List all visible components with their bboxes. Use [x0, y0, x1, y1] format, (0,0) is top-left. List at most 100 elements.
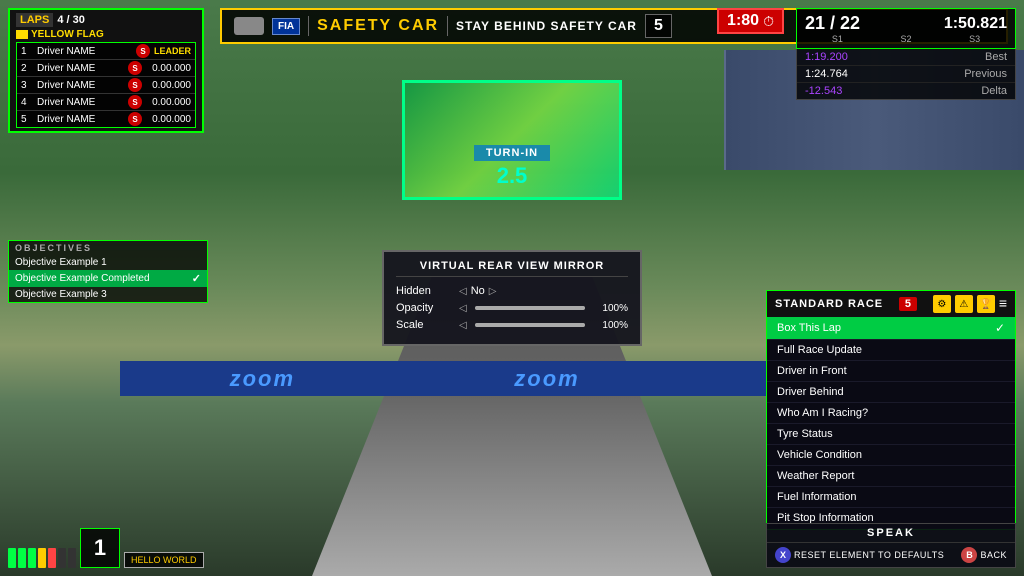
timer-value: 1:80 — [727, 12, 759, 30]
objectives-panel: OBJECTIVES Objective Example 1 Objective… — [8, 240, 208, 303]
sc-divider — [308, 16, 309, 36]
zoom-text-2: zoom — [514, 366, 579, 392]
scale-left-icon: ◁ — [459, 320, 467, 331]
speak-bar: SPEAK X RESET ELEMENT TO DEFAULTS B BACK — [766, 523, 1016, 568]
rpm-dot-5 — [48, 548, 56, 568]
back-control[interactable]: B BACK — [961, 547, 1007, 563]
sc-divider-2 — [447, 16, 448, 36]
scale-fill — [475, 323, 585, 327]
menu-item-driver-behind[interactable]: Driver Behind — [767, 382, 1015, 403]
objective-item-2: Objective Example Completed ✓ — [9, 270, 207, 287]
menu-item-weather[interactable]: Weather Report — [767, 466, 1015, 487]
back-label: BACK — [980, 550, 1007, 560]
timer-icon: ⏱ — [763, 13, 774, 30]
sector-s1: S1 — [805, 34, 870, 44]
gear-value: 1 — [94, 535, 106, 561]
objective-item-1: Objective Example 1 — [9, 255, 207, 270]
sc-lap-num: 5 — [645, 14, 672, 38]
lap-time-display: 1:50.821 — [944, 15, 1007, 33]
rpm-dot-3 — [28, 548, 36, 568]
b-button[interactable]: B — [961, 547, 977, 563]
bottom-left-hud: 1 HELLO WORLD — [8, 528, 204, 568]
opacity-left-icon: ◁ — [459, 303, 467, 314]
menu-item-box[interactable]: Box This Lap ✓ — [767, 317, 1015, 340]
yellow-flag: ⚑ YELLOW FLAG — [16, 29, 196, 40]
opacity-fill — [475, 306, 585, 310]
race-icons: ⚙ ⚠ 🏆 ≡ — [933, 295, 1007, 313]
laps-value: 4 / 30 — [57, 14, 85, 26]
objective-text-1: Objective Example 1 — [15, 257, 107, 268]
turn-in-label: TURN-IN — [474, 145, 550, 161]
fia-badge: FIA — [272, 18, 300, 35]
standings-box: 1 Driver NAME S LEADER 2 Driver NAME S 0… — [16, 42, 196, 128]
hidden-label: Hidden — [396, 285, 451, 297]
mirror-popup: VIRTUAL REAR VIEW MIRROR Hidden ◁ No ▷ O… — [382, 250, 642, 346]
laps-row: LAPS 4 / 30 — [16, 13, 196, 27]
standing-row-2: 2 Driver NAME S 0.00.000 — [17, 60, 195, 77]
rpm-dot-6 — [58, 548, 66, 568]
gear-box: 1 — [80, 528, 120, 568]
hidden-toggle[interactable]: ◁ No ▷ — [459, 285, 496, 297]
sc-title: SAFETY CAR — [317, 17, 439, 35]
race-title: STANDARD RACE — [775, 298, 883, 310]
hello-world-badge: HELLO WORLD — [124, 552, 204, 568]
objective-check-icon: ✓ — [192, 272, 201, 285]
rpm-dot-7 — [68, 548, 76, 568]
zoom-text-1: zoom — [230, 366, 295, 392]
objectives-header: OBJECTIVES — [9, 241, 207, 255]
sc-instruction: STAY BEHIND SAFETY CAR — [456, 19, 637, 33]
timing-best-row: 1:19.200 Best — [797, 49, 1015, 66]
best-time: 1:19.200 — [805, 51, 848, 63]
timing-top: 21 / 22 1:50.821 S1 S2 S3 — [796, 8, 1016, 49]
sector-s3: S3 — [942, 34, 1007, 44]
rpm-dot-1 — [8, 548, 16, 568]
menu-item-tyre[interactable]: Tyre Status — [767, 424, 1015, 445]
standing-row-5: 5 Driver NAME S 0.00.000 — [17, 111, 195, 127]
settings-icon[interactable]: ⚙ — [933, 295, 951, 313]
objective-text-2: Objective Example Completed — [15, 273, 150, 284]
race-header: STANDARD RACE 5 ⚙ ⚠ 🏆 ≡ — [767, 291, 1015, 317]
right-arrow-icon: ▷ — [489, 286, 497, 297]
timing-delta-row: -12.543 Delta — [797, 83, 1015, 99]
opacity-label: Opacity — [396, 302, 451, 314]
rpm-dot-2 — [18, 548, 26, 568]
opacity-slider[interactable] — [475, 306, 585, 310]
delta-time: -12.543 — [805, 85, 842, 97]
standing-row-3: 3 Driver NAME S 0.00.000 — [17, 77, 195, 94]
menu-item-fuel[interactable]: Fuel Information — [767, 487, 1015, 508]
trophy-icon[interactable]: 🏆 — [977, 295, 995, 313]
race-badge: 5 — [899, 297, 917, 311]
sector-s2: S2 — [874, 34, 939, 44]
reset-label: RESET ELEMENT TO DEFAULTS — [794, 550, 944, 560]
menu-item-vehicle[interactable]: Vehicle Condition — [767, 445, 1015, 466]
menu-item-who-racing[interactable]: Who Am I Racing? — [767, 403, 1015, 424]
hamburger-icon[interactable]: ≡ — [999, 295, 1007, 313]
timer-box: 1:80 ⏱ — [717, 8, 784, 34]
timing-prev-row: 1:24.764 Previous — [797, 66, 1015, 83]
menu-item-full-race[interactable]: Full Race Update — [767, 340, 1015, 361]
speak-controls: X RESET ELEMENT TO DEFAULTS B BACK — [767, 543, 1015, 567]
timing-pos: 21 / 22 1:50.821 — [805, 13, 1007, 34]
scale-slider[interactable] — [475, 323, 585, 327]
popup-title: VIRTUAL REAR VIEW MIRROR — [396, 260, 628, 277]
prev-label: Previous — [964, 68, 1007, 80]
position-display: 21 / 22 — [805, 13, 860, 34]
objective-text-3: Objective Example 3 — [15, 289, 107, 300]
delta-label: Delta — [981, 85, 1007, 97]
menu-item-driver-front[interactable]: Driver in Front — [767, 361, 1015, 382]
prev-time: 1:24.764 — [805, 68, 848, 80]
reset-control[interactable]: X RESET ELEMENT TO DEFAULTS — [775, 547, 944, 563]
alert-icon[interactable]: ⚠ — [955, 295, 973, 313]
left-arrow-icon: ◁ — [459, 286, 467, 297]
scale-pct: 100% — [593, 320, 628, 331]
x-button[interactable]: X — [775, 547, 791, 563]
right-hud: 21 / 22 1:50.821 S1 S2 S3 1:19.200 Best … — [796, 8, 1016, 100]
sector-row: S1 S2 S3 — [805, 34, 1007, 44]
flag-icon: ⚑ — [16, 30, 28, 39]
safety-car-icon — [234, 17, 264, 35]
hidden-row: Hidden ◁ No ▷ — [396, 285, 628, 297]
race-menu: Box This Lap ✓ Full Race Update Driver i… — [767, 317, 1015, 529]
rpm-dot-4 — [38, 548, 46, 568]
objective-item-3: Objective Example 3 — [9, 287, 207, 302]
laps-box: LAPS 4 / 30 ⚑ YELLOW FLAG 1 Driver NAME … — [8, 8, 204, 133]
